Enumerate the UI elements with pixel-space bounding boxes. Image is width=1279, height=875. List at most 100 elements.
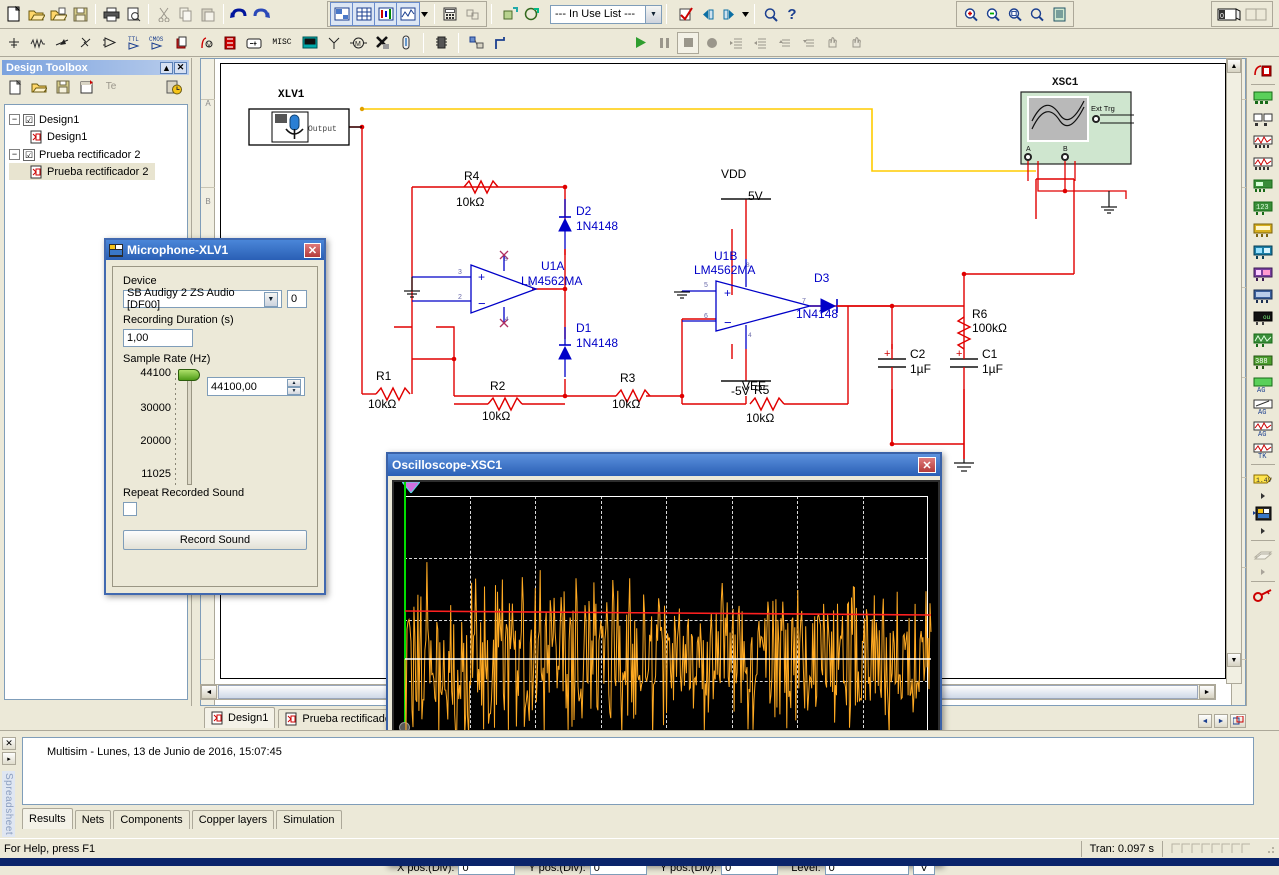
ttl-icon[interactable]: TTL <box>123 32 145 54</box>
erc-check-icon[interactable] <box>674 3 696 25</box>
chevron-down-icon[interactable]: ▼ <box>263 291 278 307</box>
digital-group-icon[interactable] <box>1251 220 1275 241</box>
paste-icon[interactable] <box>197 3 219 25</box>
spreadsheet-collapse-button[interactable]: ▸ <box>2 752 16 765</box>
collapse-toggle-icon[interactable]: − <box>9 114 20 125</box>
scroll-right-button[interactable]: ► <box>1199 685 1215 699</box>
tab-prueba-rectificador[interactable]: Prueba rectificador <box>278 709 402 728</box>
record-icon[interactable] <box>701 32 723 54</box>
nipli-icon[interactable] <box>371 32 393 54</box>
text-icon[interactable]: Te <box>100 76 122 98</box>
new-sheet-icon[interactable] <box>76 76 98 98</box>
new-symbol-icon[interactable] <box>499 3 521 25</box>
tab-components[interactable]: Components <box>113 810 190 829</box>
sources-icon[interactable] <box>3 32 25 54</box>
bus-icon[interactable] <box>489 32 511 54</box>
undo-icon[interactable] <box>228 3 250 25</box>
tree-row-prueba[interactable]: − ☑ Prueba rectificador 2 <box>9 146 183 163</box>
record-sound-button[interactable]: Record Sound <box>123 530 307 550</box>
chevron-down-icon[interactable] <box>419 3 430 25</box>
close-button[interactable]: ✕ <box>174 61 187 74</box>
sample-rate-input[interactable]: 44100,00 ▲ ▼ <box>207 377 305 396</box>
minimize-button[interactable]: ▲ <box>160 61 173 74</box>
print-preview-icon[interactable] <box>122 3 144 25</box>
diode-icon[interactable] <box>51 32 73 54</box>
rf-group-icon[interactable]: 388 <box>1251 352 1275 373</box>
tab-design1[interactable]: Design1 <box>204 707 276 728</box>
tab-copper-layers[interactable]: Copper layers <box>191 810 275 829</box>
measurement-probe-icon[interactable] <box>1251 60 1275 81</box>
chevron-right-icon[interactable] <box>1251 566 1275 578</box>
transistor-icon[interactable] <box>75 32 97 54</box>
slider-track[interactable] <box>187 373 192 485</box>
new-file-icon[interactable] <box>3 3 25 25</box>
prev-sheet-button[interactable]: ◄ <box>1198 714 1212 728</box>
run-icon[interactable] <box>629 32 651 54</box>
checkbox-checked-icon[interactable]: ☑ <box>23 113 35 126</box>
open-folder-icon[interactable] <box>25 3 47 25</box>
save-icon[interactable] <box>69 3 91 25</box>
close-button[interactable]: ✕ <box>918 457 936 473</box>
zoom-fit-icon[interactable] <box>1026 3 1048 25</box>
refresh-icon[interactable] <box>163 76 185 98</box>
chevron-right-icon[interactable] <box>1251 525 1275 537</box>
stop-icon[interactable] <box>677 31 699 54</box>
device-select[interactable]: SB Audigy 2 ZS Audio [DF00] ▼ <box>123 287 282 311</box>
sources-group-icon[interactable] <box>1251 88 1275 109</box>
mixed-icon[interactable]: V <box>195 32 217 54</box>
move-down-icon[interactable] <box>797 32 819 54</box>
scroll-up-button[interactable]: ▲ <box>1227 59 1241 73</box>
basic-icon[interactable] <box>27 32 49 54</box>
transistors-group-icon[interactable]: 123 <box>1251 198 1275 219</box>
calculator-icon[interactable] <box>439 3 461 25</box>
chevron-down-icon[interactable] <box>740 3 750 25</box>
sample-rate-slider-group[interactable]: 44100 30000 20000 11025 44100,00 ▲ ▼ <box>123 367 307 489</box>
tk-group-icon[interactable]: TK <box>1251 440 1275 461</box>
zoom-out-icon[interactable] <box>982 3 1004 25</box>
grab-icon[interactable] <box>845 32 867 54</box>
subcircuit-icon[interactable] <box>461 3 483 25</box>
toggle-spreadsheet-icon[interactable] <box>1243 3 1269 25</box>
spreadsheet-results-grid[interactable]: Multisim - Lunes, 13 de Junio de 2016, 1… <box>22 737 1254 805</box>
redo-icon[interactable] <box>250 3 272 25</box>
chevron-down-icon[interactable]: ▼ <box>645 5 661 23</box>
voltage-probe-icon[interactable]: 1.4V <box>1251 468 1275 489</box>
cmos-icon[interactable]: CMOS <box>147 32 169 54</box>
rf-icon[interactable] <box>323 32 345 54</box>
help-icon[interactable]: ? <box>781 3 803 25</box>
microphone-dialog-titlebar[interactable]: Microphone-XLV1 ✕ <box>106 240 324 260</box>
spreadsheet-close-button[interactable]: ✕ <box>2 737 16 750</box>
pan-icon[interactable] <box>821 32 843 54</box>
sheet-list-button[interactable] <box>1230 714 1246 728</box>
tree-row-prueba-sheet[interactable]: Prueba rectificador 2 <box>9 163 155 180</box>
misc-icon[interactable]: MISC <box>267 32 297 54</box>
pause-icon[interactable] <box>653 32 675 54</box>
indent-icon[interactable] <box>725 32 747 54</box>
ag2-group-icon[interactable]: AG <box>1251 418 1275 439</box>
collapse-toggle-icon[interactable]: − <box>9 149 20 160</box>
print-icon[interactable] <box>100 3 122 25</box>
duration-input[interactable]: 1,00 <box>123 329 193 347</box>
indicator-icon[interactable] <box>219 32 241 54</box>
zoom-in-icon[interactable] <box>960 3 982 25</box>
open-design-icon[interactable] <box>47 3 69 25</box>
analog2-group-icon[interactable] <box>1251 154 1275 175</box>
repeat-checkbox[interactable] <box>123 502 137 516</box>
full-screen-icon[interactable] <box>330 2 354 26</box>
power-icon[interactable] <box>243 32 265 54</box>
new-design-icon[interactable] <box>4 76 26 98</box>
toggle-project-bar-icon[interactable]: 0 <box>1215 3 1243 25</box>
graph-icon[interactable] <box>396 2 420 26</box>
indicators-group-icon[interactable] <box>1251 264 1275 285</box>
electromech-group-icon[interactable]: AG <box>1251 374 1275 395</box>
canvas-vscrollbar[interactable]: ▲ ▼ <box>1226 58 1242 684</box>
open-design-icon[interactable] <box>28 76 50 98</box>
misc-digital-icon[interactable] <box>171 32 193 54</box>
next-sheet-button[interactable]: ► <box>1214 714 1228 728</box>
cut-icon[interactable] <box>153 3 175 25</box>
analog-icon[interactable] <box>99 32 121 54</box>
chevron-right-icon[interactable] <box>1251 490 1275 502</box>
scroll-left-button[interactable]: ◄ <box>201 685 217 699</box>
find-icon[interactable] <box>759 3 781 25</box>
slider-thumb[interactable] <box>178 369 200 381</box>
